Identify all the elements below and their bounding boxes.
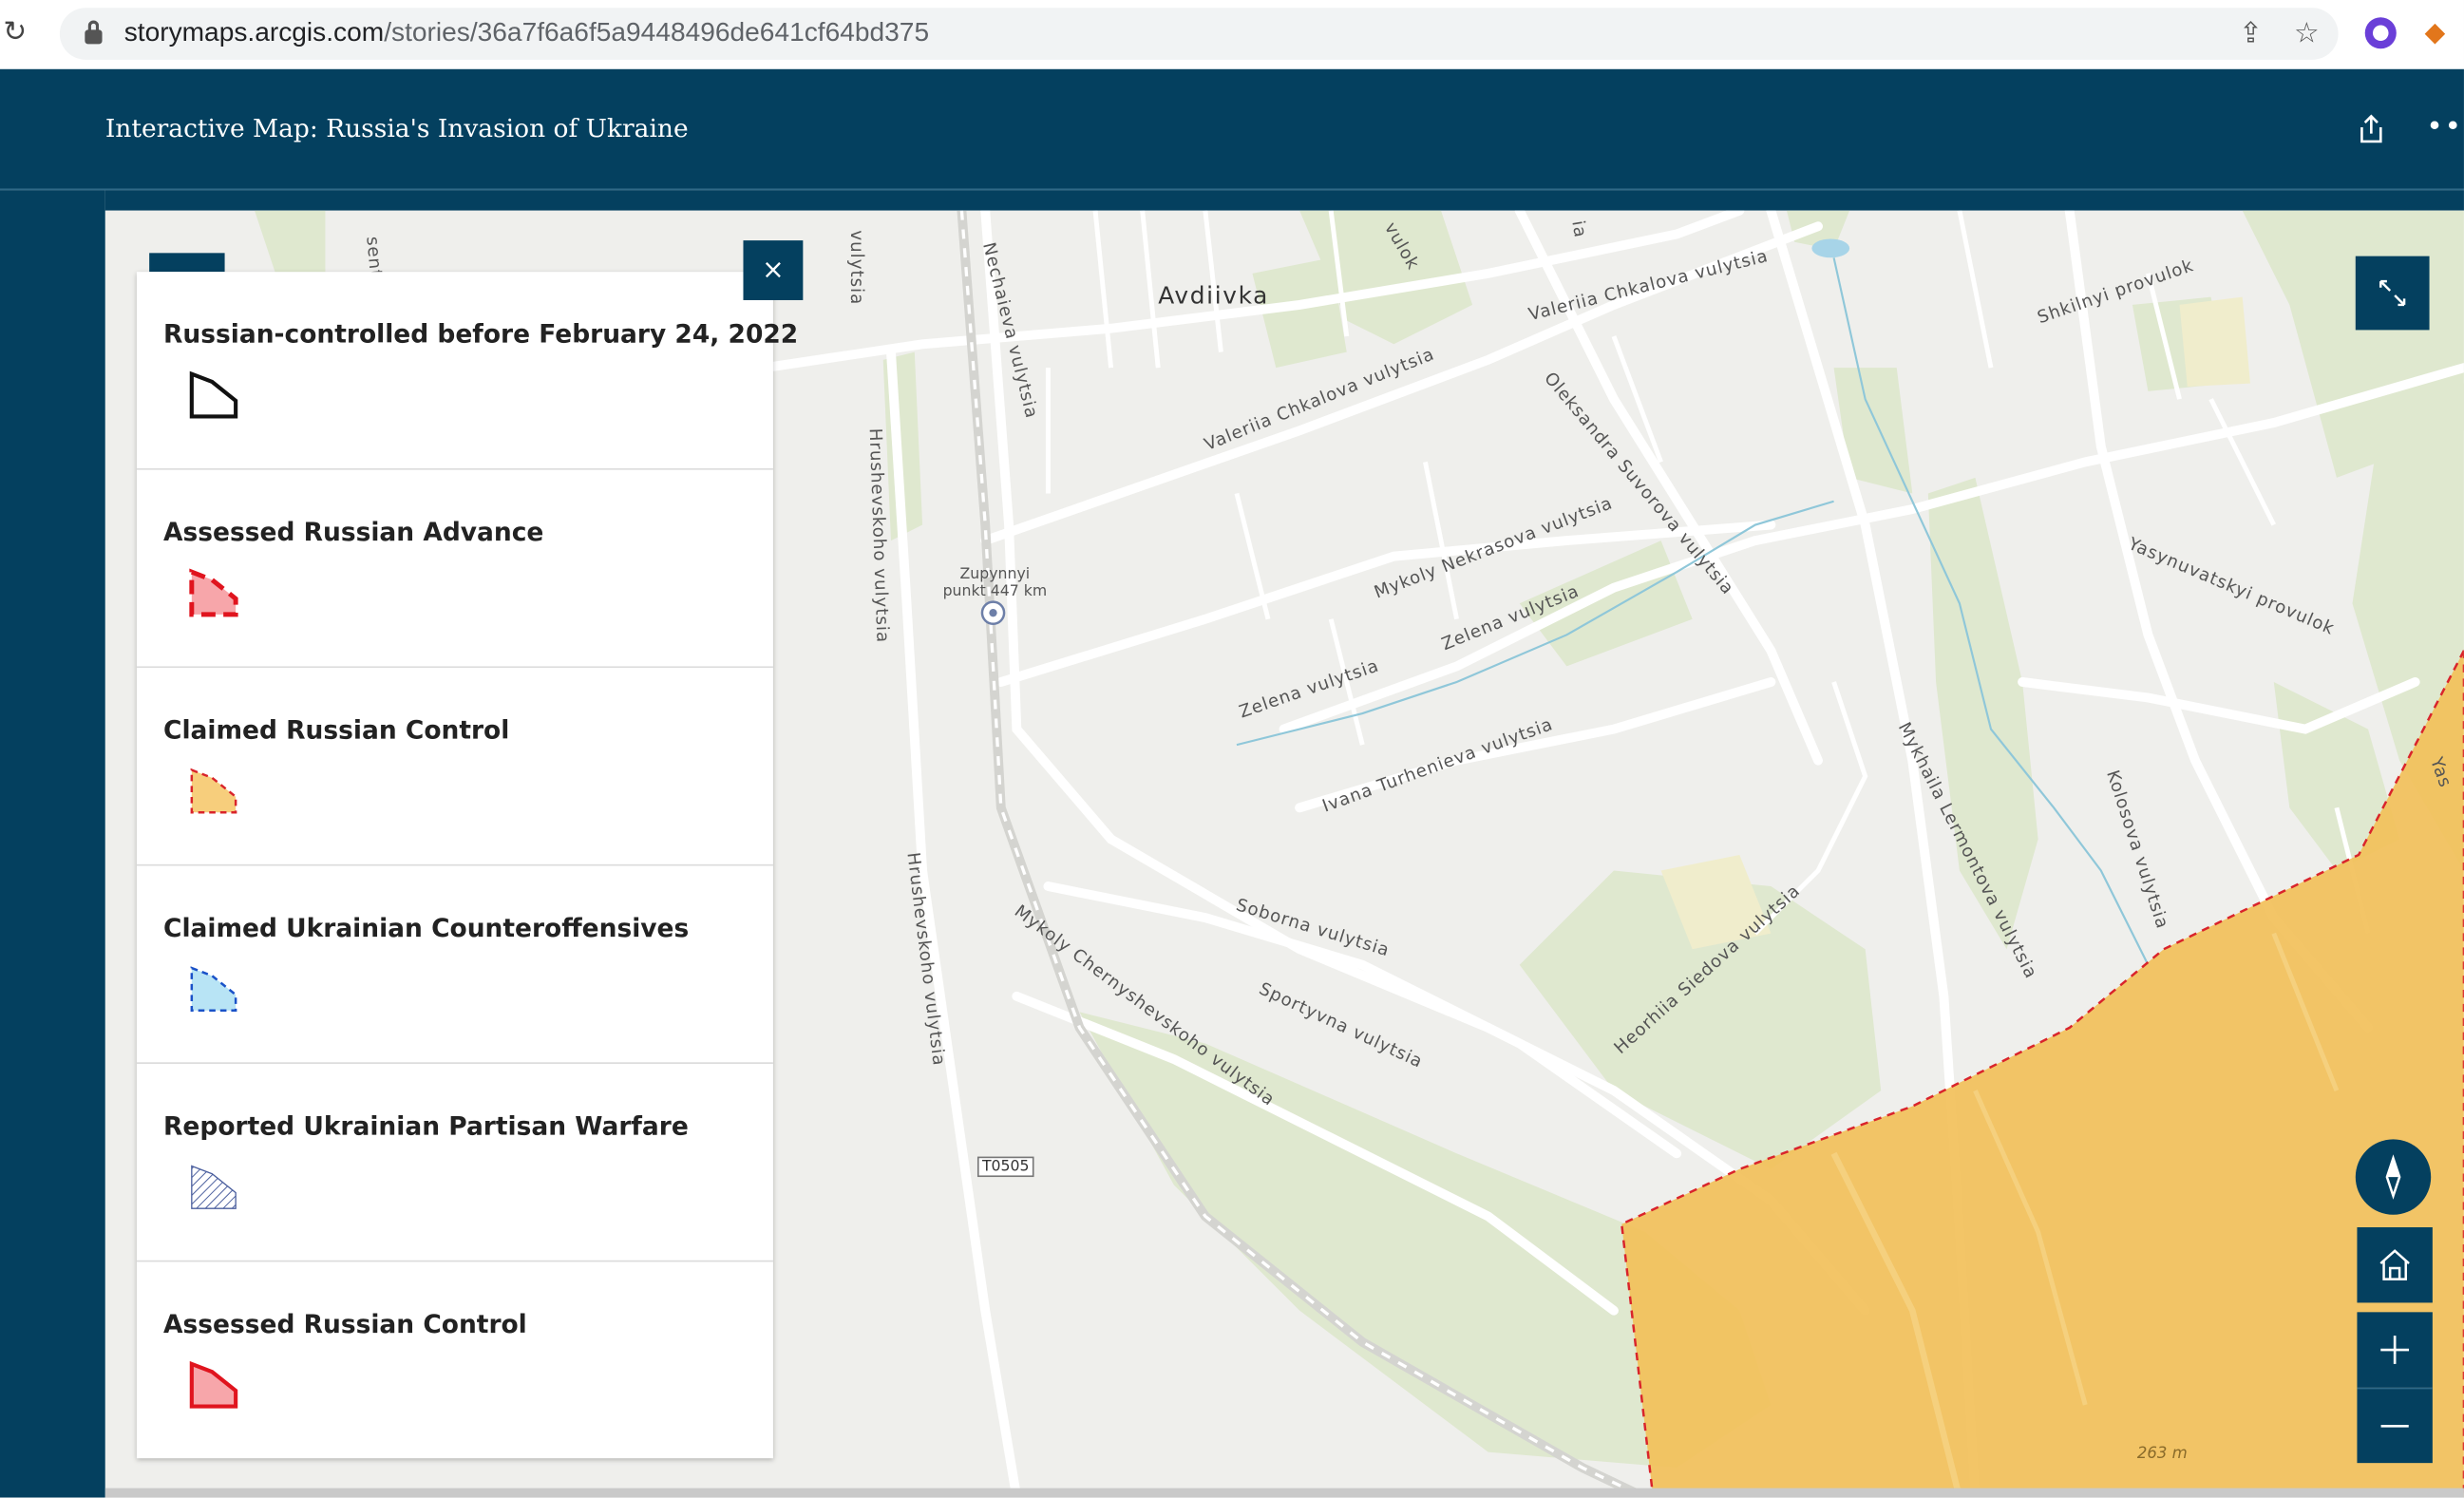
red-dashed-polygon-icon	[189, 568, 238, 617]
red-solid-polygon-icon	[189, 1360, 238, 1409]
story-header: Interactive Map: Russia's Invasion of Uk…	[0, 68, 2464, 189]
share-page-icon[interactable]: ⇪	[2239, 17, 2263, 50]
compass-button[interactable]	[2355, 1139, 2432, 1215]
bookmark-star-icon[interactable]: ☆	[2294, 17, 2320, 50]
metamask-extension-icon[interactable]: ◆	[2425, 17, 2459, 48]
expand-icon	[2379, 279, 2406, 307]
address-bar[interactable]: storymaps.arcgis.com/stories/36a7f6a6f5a…	[59, 8, 2339, 60]
hatched-polygon-icon	[191, 1165, 237, 1209]
url-host: storymaps.arcgis.com	[123, 17, 385, 47]
page-margin	[0, 190, 105, 1498]
legend-item: Assessed Russian Control	[137, 1261, 773, 1459]
page-margin-top	[104, 190, 2464, 211]
city-label: Avdiivka	[1158, 281, 1270, 310]
legend-item: Assessed Russian Advance	[136, 470, 773, 669]
reload-icon[interactable]: ↻	[3, 16, 37, 50]
legend-label: Assessed Russian Control	[163, 1309, 527, 1339]
legend-label: Assessed Russian Advance	[163, 517, 544, 547]
blue-dashed-polygon-icon	[190, 966, 237, 1012]
compass-icon	[2385, 1154, 2401, 1200]
minus-icon	[2380, 1424, 2409, 1428]
elevation-label: 263 m	[2136, 1445, 2188, 1464]
legend-item: Claimed Russian Control	[136, 668, 773, 866]
legend-tab[interactable]	[149, 253, 225, 273]
fullscreen-button[interactable]	[2355, 256, 2430, 331]
legend-item: Russian-controlled before February 24, 2…	[136, 272, 798, 470]
home-icon	[2379, 1249, 2410, 1280]
legend-label: Russian-controlled before February 24, 2…	[163, 318, 799, 350]
extension-icon[interactable]	[2364, 17, 2397, 49]
black-outline-polygon-icon	[189, 370, 238, 419]
legend-label: Reported Ukrainian Partisan Warfare	[163, 1110, 689, 1142]
zoom-out-button[interactable]	[2357, 1387, 2433, 1464]
station-label: Zupynnyi punkt 447 km	[942, 565, 1048, 600]
street-label: vulytsia	[845, 230, 867, 306]
close-legend-button[interactable]: ×	[743, 240, 804, 300]
story-title: Interactive Map: Russia's Invasion of Uk…	[104, 113, 689, 143]
road-number-badge: T0505	[976, 1156, 1034, 1178]
map-attribution-bar	[104, 1488, 2464, 1498]
legend-panel: Russian-controlled before February 24, 2…	[136, 272, 798, 1459]
zoom-in-button[interactable]	[2357, 1312, 2433, 1388]
home-button[interactable]	[2357, 1227, 2433, 1303]
legend-label: Claimed Russian Control	[163, 714, 510, 746]
url-path: /stories/36a7f6a6f5a9448496de641cf64bd37…	[384, 17, 930, 47]
more-options-button[interactable]: •••	[2426, 110, 2464, 143]
lock-icon	[85, 20, 103, 45]
legend-item: Reported Ukrainian Partisan Warfare	[136, 1064, 773, 1262]
browser-toolbar: ↻ storymaps.arcgis.com/stories/36a7f6a6f…	[0, 0, 2464, 69]
url-text[interactable]: storymaps.arcgis.com/stories/36a7f6a6f5a…	[124, 17, 929, 48]
legend-item: Claimed Ukrainian Counteroffensives	[136, 866, 773, 1064]
legend-label: Claimed Ukrainian Counteroffensives	[163, 913, 690, 943]
orange-dashed-polygon-icon	[190, 768, 237, 814]
plus-icon	[2380, 1336, 2410, 1364]
street-label: ia	[1567, 218, 1591, 240]
share-icon[interactable]	[2354, 111, 2388, 145]
